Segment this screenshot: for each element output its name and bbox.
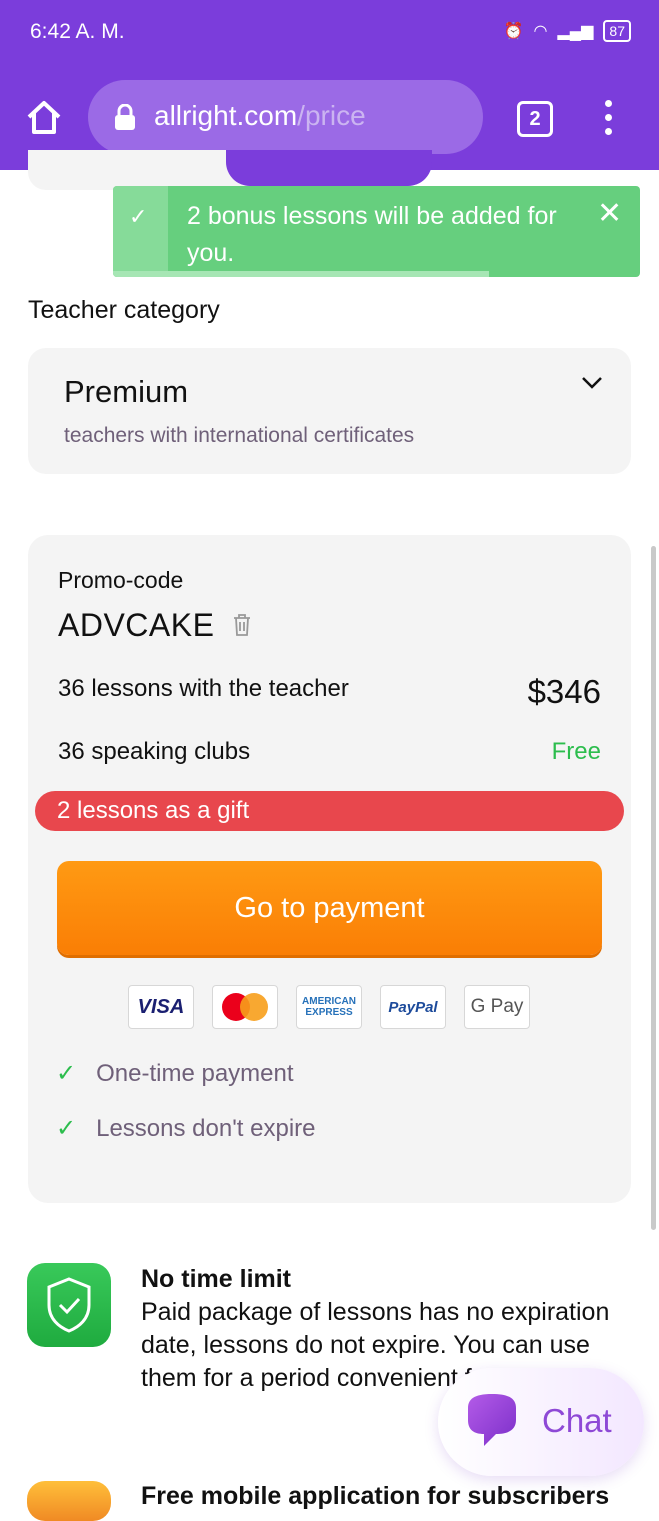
bonus-toast: ✓ 2 bonus lessons will be added for you.… <box>113 186 640 277</box>
battery-indicator: 87 <box>603 20 631 42</box>
google-pay-logo: G Pay <box>464 985 530 1029</box>
status-time: 6:42 A. M. <box>30 20 125 43</box>
app-icon <box>27 1481 111 1521</box>
category-title: Premium <box>64 374 189 409</box>
chevron-down-icon <box>582 377 602 389</box>
clubs-label: 36 speaking clubs <box>58 738 251 765</box>
order-summary-card: Promo-code ADVCAKE 36 lessons with the t… <box>28 535 631 1203</box>
visa-logo: VISA <box>128 985 194 1029</box>
signal-icon: ▂▄▆ <box>557 23 594 40</box>
toast-icon-area <box>113 186 168 277</box>
toast-timer-bar <box>113 271 489 277</box>
lessons-price: $346 <box>527 673 601 710</box>
feature-text: One-time payment <box>96 1060 294 1087</box>
feature-one-time-payment: ✓ One-time payment <box>56 1059 294 1088</box>
shield-check-icon <box>27 1263 111 1347</box>
benefit-title: No time limit <box>141 1265 292 1293</box>
go-to-payment-button[interactable]: Go to payment <box>57 861 602 955</box>
feature-text: Lessons don't expire <box>96 1115 316 1142</box>
wifi-icon: ◠ <box>533 23 548 40</box>
category-subtitle: teachers with international certificates <box>64 424 415 447</box>
lock-icon <box>115 104 135 130</box>
amex-logo: AMERICAN EXPRESS <box>296 985 362 1029</box>
check-icon: ✓ <box>56 1060 77 1087</box>
teacher-category-select[interactable]: Premium teachers with international cert… <box>28 348 631 474</box>
status-icons: ⏰ ◠ ▂▄▆ 87 <box>504 20 631 42</box>
promo-code-label: Promo-code <box>58 567 184 593</box>
clubs-price: Free <box>551 738 601 765</box>
url-domain: allright.com <box>154 100 298 131</box>
previous-button-edge <box>226 150 432 186</box>
paypal-logo: PayPal <box>380 985 446 1029</box>
home-icon[interactable] <box>24 98 64 138</box>
chat-label: Chat <box>542 1402 612 1439</box>
gift-badge: 2 lessons as a gift <box>35 791 624 831</box>
url-text[interactable]: allright.com/price <box>154 100 366 132</box>
feature-lessons-dont-expire: ✓ Lessons don't expire <box>56 1114 316 1143</box>
benefit-title: Free mobile application for subscribers <box>141 1482 610 1510</box>
chat-bubble-icon <box>468 1394 516 1446</box>
lessons-label: 36 lessons with the teacher <box>58 675 349 702</box>
scrollbar[interactable] <box>651 546 656 1230</box>
chat-button[interactable]: Chat <box>438 1368 644 1476</box>
teacher-category-label: Teacher category <box>28 296 220 324</box>
toast-message: 2 bonus lessons will be added for you. <box>187 202 557 267</box>
tab-switcher-button[interactable]: 2 <box>517 101 553 137</box>
check-icon: ✓ <box>129 204 148 229</box>
url-path: /price <box>297 100 366 131</box>
trash-icon[interactable] <box>232 613 252 637</box>
overflow-menu-icon[interactable] <box>598 100 618 140</box>
check-icon: ✓ <box>56 1115 77 1142</box>
close-icon[interactable]: ✕ <box>597 196 622 231</box>
alarm-icon: ⏰ <box>503 23 524 40</box>
mastercard-logo <box>212 985 278 1029</box>
payment-methods: VISA AMERICAN EXPRESS PayPal G Pay <box>128 985 530 1029</box>
promo-code-value: ADVCAKE <box>58 607 215 643</box>
